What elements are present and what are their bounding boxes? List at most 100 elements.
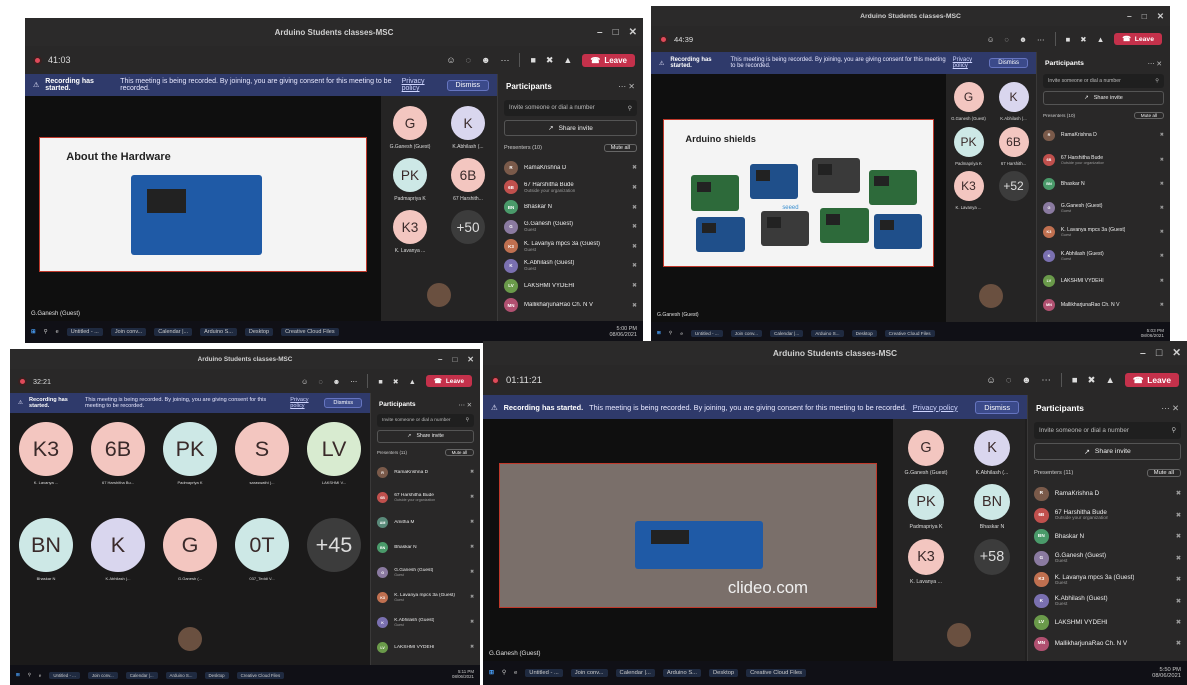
participant-tile[interactable]: +45 xyxy=(298,518,370,572)
dismiss-button[interactable]: Dismiss xyxy=(324,398,362,408)
people-icon[interactable]: ☺ xyxy=(446,55,455,65)
participant-tile[interactable]: K3 K. Lavanya ... xyxy=(381,210,439,254)
participant-row[interactable]: 6B 67 Harshitha Bude Outside your organiza… xyxy=(1043,148,1170,172)
participant-tile[interactable]: K K.Abhilash (... xyxy=(959,429,1025,476)
participant-row[interactable]: K K.Abhilash (Guest) Guest ✖ xyxy=(1034,590,1187,611)
taskbar-item[interactable]: Desktop xyxy=(204,671,229,679)
participant-row[interactable]: BN Bhaskar N ✖ xyxy=(1034,526,1187,547)
participant-row[interactable]: LV LAKSHMI VYDEHI ✖ xyxy=(1034,612,1187,633)
participant-tile[interactable]: K K.Abhilash (... xyxy=(439,106,497,150)
taskbar-item[interactable]: Calendar |... xyxy=(125,671,158,679)
taskbar-item[interactable]: Creative Cloud Files xyxy=(746,669,807,677)
participant-row[interactable]: MN MallikharjunaRao Ch. N V ✖ xyxy=(1043,293,1170,317)
taskbar-item[interactable]: Creative Cloud Files xyxy=(884,329,935,337)
participant-row[interactable]: R RamaKrishna D ✖ xyxy=(1043,123,1170,147)
close-icon[interactable]: ✕ xyxy=(1172,403,1179,413)
edge-icon[interactable]: e xyxy=(56,329,59,335)
windows-start-icon[interactable]: ⊞ xyxy=(489,670,494,676)
participant-row[interactable]: LV LAKSHMI VYDEHI ✖ xyxy=(1043,269,1170,293)
mic-off-icon[interactable]: ✖ xyxy=(393,377,399,386)
participant-tile[interactable]: 6B 67 Harshith... xyxy=(991,126,1036,166)
chat-icon[interactable]: ◌ xyxy=(1004,35,1009,44)
participant-tile[interactable]: LV LAKSHMI V... xyxy=(298,422,370,485)
participant-tile[interactable]: K K.Abhilash (... xyxy=(991,82,1036,121)
more-icon[interactable]: ⋯ xyxy=(350,377,357,386)
taskbar-item[interactable]: Untitled - ... xyxy=(66,328,103,336)
participant-row[interactable]: BN Bhaskar N ✖ xyxy=(1043,172,1170,196)
leave-button[interactable]: ☎ Leave xyxy=(425,375,472,387)
share-screen-icon[interactable]: ▲ xyxy=(563,55,572,65)
edge-icon[interactable]: e xyxy=(514,670,517,676)
share-invite-button[interactable]: ↗ Share invite xyxy=(377,429,474,443)
share-invite-button[interactable]: ↗ Share invite xyxy=(1034,443,1181,461)
participant-row[interactable]: MN MallikharjunaRao Ch. N V ✖ xyxy=(1034,633,1187,654)
share-invite-button[interactable]: ↗ Share invite xyxy=(1043,91,1164,105)
taskbar-item[interactable]: Join conv... xyxy=(730,329,762,337)
maximize-icon[interactable]: □ xyxy=(613,27,619,38)
participant-row[interactable]: K3 K. Lavanya mpcs 3a (Guest) Guest ✖ xyxy=(504,237,643,257)
more-icon[interactable]: ⋯ xyxy=(1148,61,1157,68)
camera-off-icon[interactable]: ■ xyxy=(1072,375,1078,386)
participant-tile[interactable]: PK Padmapriya K xyxy=(946,126,991,166)
more-icon[interactable]: ⋯ xyxy=(1037,35,1045,44)
participant-row[interactable]: AM Amitha M ✖ xyxy=(377,510,480,535)
taskbar-item[interactable]: Calendar |... xyxy=(769,329,804,337)
minimize-icon[interactable]: – xyxy=(438,355,442,364)
privacy-policy-link[interactable]: Privacy policy xyxy=(402,78,441,92)
taskbar-search-icon[interactable]: ⚲ xyxy=(44,329,48,335)
people-icon[interactable]: ☺ xyxy=(987,35,995,44)
more-icon[interactable]: ⋯ xyxy=(618,82,628,91)
close-icon[interactable]: ✕ xyxy=(628,82,635,91)
participant-tile[interactable]: G G.Ganesh (Guest) xyxy=(946,82,991,121)
taskbar-item[interactable]: Calendar |... xyxy=(615,669,655,677)
participant-row[interactable]: LV LAKSHMI VYDEHI ✖ xyxy=(377,635,480,660)
privacy-policy-link[interactable]: Privacy policy xyxy=(290,397,318,409)
participant-row[interactable]: G G.Ganesh (Guest) Guest ✖ xyxy=(1043,196,1170,220)
dismiss-button[interactable]: Dismiss xyxy=(975,400,1019,414)
reactions-icon[interactable]: ☻ xyxy=(1021,375,1031,386)
presenters-count[interactable]: Presenters (10) xyxy=(504,145,542,151)
taskbar-item[interactable]: Join conv... xyxy=(570,669,608,677)
more-icon[interactable]: ⋯ xyxy=(1041,375,1050,386)
invite-input[interactable]: Invite someone or dial a number ⚲ xyxy=(377,413,474,427)
participant-tile[interactable]: G G.Ganesh (Guest) xyxy=(381,106,439,150)
invite-input[interactable]: Invite someone or dial a number ⚲ xyxy=(1043,74,1164,88)
participant-tile[interactable]: PK Padmapriya K xyxy=(381,158,439,202)
reactions-icon[interactable]: ☻ xyxy=(333,377,341,386)
presenters-count[interactable]: Presenters (11) xyxy=(377,450,407,455)
windows-start-icon[interactable]: ⊞ xyxy=(657,330,661,336)
taskbar-item[interactable]: Desktop xyxy=(244,328,274,336)
participant-tile[interactable]: Ssaraswathi (... xyxy=(226,422,298,485)
leave-button[interactable]: ☎ Leave xyxy=(1124,373,1179,387)
taskbar-item[interactable]: Untitled - ... xyxy=(49,671,80,679)
camera-off-icon[interactable]: ■ xyxy=(378,377,382,386)
participant-row[interactable]: G G.Ganesh (Guest) Guest ✖ xyxy=(1034,548,1187,569)
minimize-icon[interactable]: – xyxy=(597,27,603,38)
participant-row[interactable]: MN MallikharjunaRao Ch. N V ✖ xyxy=(504,295,643,315)
taskbar-item[interactable]: Join conv... xyxy=(110,328,147,336)
participant-row[interactable]: K K.Abhilash (Guest) Guest ✖ xyxy=(504,256,643,276)
leave-button[interactable]: ☎ Leave xyxy=(1114,33,1162,45)
windows-start-icon[interactable]: ⊞ xyxy=(31,329,36,335)
taskbar-item[interactable]: Calendar |... xyxy=(154,328,193,336)
mic-off-icon[interactable]: ✖ xyxy=(1088,375,1096,386)
presenters-count[interactable]: Presenters (10) xyxy=(1043,113,1075,118)
mute-all-button[interactable]: Mute all xyxy=(603,144,637,152)
participant-row[interactable]: K K.Abhilash (Guest) Guest ✖ xyxy=(1043,244,1170,268)
close-icon[interactable]: ✕ xyxy=(1172,347,1181,359)
close-icon[interactable]: ✕ xyxy=(467,355,474,364)
more-icon[interactable]: ⋯ xyxy=(458,402,466,409)
taskbar-search-icon[interactable]: ⚲ xyxy=(502,670,506,676)
participant-tile[interactable]: 0T 037_Teddi V... xyxy=(226,518,298,581)
maximize-icon[interactable]: □ xyxy=(452,355,457,364)
dismiss-button[interactable]: Dismiss xyxy=(446,79,489,91)
participant-row[interactable]: 6B 67 Harshitha Bude Outside your organiza… xyxy=(377,485,480,510)
taskbar-item[interactable]: Arduino S... xyxy=(811,329,844,337)
share-screen-icon[interactable]: ▲ xyxy=(1097,35,1105,44)
privacy-policy-link[interactable]: Privacy policy xyxy=(953,57,984,69)
chat-icon[interactable]: ◌ xyxy=(466,55,471,65)
participant-row[interactable]: G G.Ganesh (Guest) Guest ✖ xyxy=(504,217,643,237)
edge-icon[interactable]: e xyxy=(39,673,41,678)
invite-input[interactable]: Invite someone or dial a number ⚲ xyxy=(504,100,637,116)
close-icon[interactable]: ✕ xyxy=(629,27,637,38)
